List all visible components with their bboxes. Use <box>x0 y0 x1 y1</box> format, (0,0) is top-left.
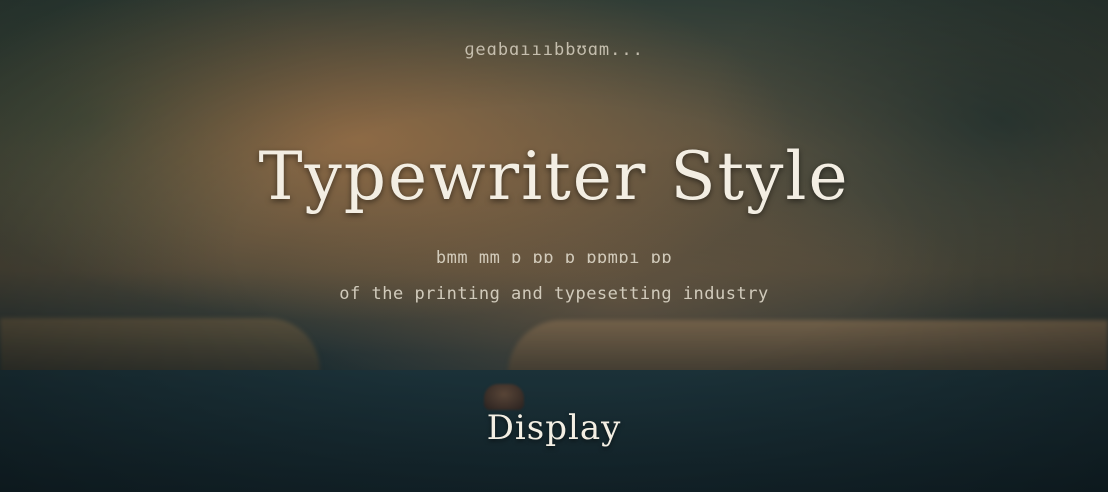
description-line-1: bmm mm ɒ ɒɒ ɒ ɒɒmɒı ɒɒ <box>435 248 673 268</box>
top-caption: ɡeɑbɑıııbbʊɑm... <box>464 40 644 60</box>
description-line-2: of the printing and typesetting industry <box>339 284 769 304</box>
font-title: Typewriter Style <box>258 138 850 215</box>
category-label: Display <box>486 408 622 448</box>
